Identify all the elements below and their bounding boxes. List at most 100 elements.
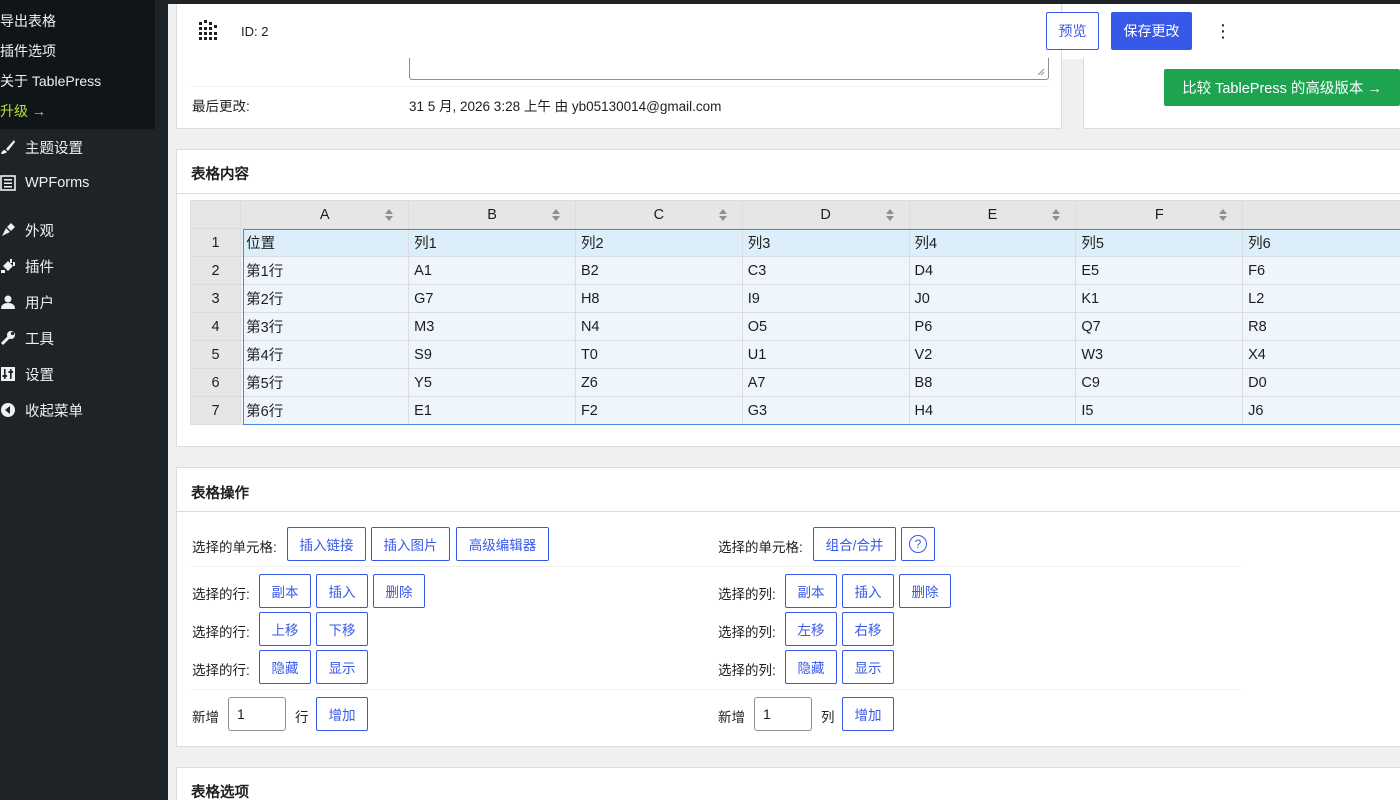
move-cols-right-button[interactable]: 右移 [842, 612, 894, 646]
save-changes-button[interactable]: 保存更改 [1111, 12, 1192, 50]
table-cell[interactable]: 列5 [1075, 228, 1244, 257]
table-cell[interactable]: 第3行 [240, 312, 410, 341]
table-cell[interactable]: D4 [908, 256, 1077, 285]
sort-arrows-icon[interactable] [718, 208, 728, 222]
table-cell[interactable]: Q7 [1075, 312, 1244, 341]
row-number[interactable]: 1 [190, 228, 242, 257]
column-header[interactable]: F [1075, 200, 1244, 229]
sort-arrows-icon[interactable] [551, 208, 561, 222]
insert-cols-button[interactable]: 插入 [842, 574, 894, 608]
preview-button[interactable]: 预览 [1046, 12, 1099, 50]
table-cell[interactable]: G3 [741, 396, 910, 425]
table-cell[interactable]: 第1行 [240, 256, 410, 285]
column-header[interactable] [1242, 200, 1400, 229]
show-cols-button[interactable]: 显示 [842, 650, 894, 684]
table-cell[interactable]: Y5 [408, 368, 576, 397]
add-rows-count-input[interactable]: 1 [228, 697, 286, 731]
table-cell[interactable]: E1 [408, 396, 576, 425]
add-cols-button[interactable]: 增加 [842, 697, 894, 731]
add-cols-count-input[interactable]: 1 [754, 697, 812, 731]
column-header[interactable]: C [574, 200, 743, 229]
table-cell[interactable]: 第4行 [240, 340, 410, 369]
more-options-icon[interactable]: ⋮ [1214, 20, 1232, 42]
table-cell[interactable]: O5 [741, 312, 910, 341]
move-rows-up-button[interactable]: 上移 [259, 612, 311, 646]
sort-arrows-icon[interactable] [885, 208, 895, 222]
table-cell[interactable]: C9 [1075, 368, 1244, 397]
submenu-export[interactable]: 导出表格 [0, 11, 56, 31]
insert-image-button[interactable]: 插入图片 [371, 527, 450, 561]
table-cell[interactable]: 列4 [908, 228, 1077, 257]
sidebar-item-tools[interactable]: 工具 [0, 320, 168, 356]
column-header[interactable]: A [240, 200, 410, 229]
sidebar-item-appearance[interactable]: 外观 [0, 212, 168, 248]
help-button[interactable]: ? [901, 527, 935, 561]
description-textarea[interactable] [409, 58, 1049, 80]
delete-rows-button[interactable]: 删除 [373, 574, 425, 608]
table-cell[interactable]: X4 [1242, 340, 1400, 369]
submenu-upgrade[interactable]: 升级 → [0, 101, 46, 121]
table-cell[interactable]: P6 [908, 312, 1077, 341]
advanced-editor-button[interactable]: 高级编辑器 [456, 527, 549, 561]
delete-cols-button[interactable]: 删除 [899, 574, 951, 608]
move-cols-left-button[interactable]: 左移 [785, 612, 837, 646]
row-number[interactable]: 5 [190, 340, 242, 369]
compare-premium-button[interactable]: 比较 TablePress 的高级版本 → [1164, 69, 1400, 106]
add-rows-button[interactable]: 增加 [316, 697, 368, 731]
sidebar-item-plugins[interactable]: 插件 [0, 248, 168, 284]
sidebar-item-theme-settings[interactable]: 主题设置 [0, 129, 168, 165]
row-number[interactable]: 7 [190, 396, 242, 425]
table-cell[interactable]: K1 [1075, 284, 1244, 313]
table-cell[interactable]: B2 [574, 256, 743, 285]
table-cell[interactable]: 列2 [574, 228, 743, 257]
sidebar-item-settings[interactable]: 设置 [0, 356, 168, 392]
table-cell[interactable]: I9 [741, 284, 910, 313]
hide-rows-button[interactable]: 隐藏 [259, 650, 311, 684]
submenu-plugin-options[interactable]: 插件选项 [0, 41, 56, 61]
table-cell[interactable]: S9 [408, 340, 576, 369]
table-cell[interactable]: D0 [1242, 368, 1400, 397]
row-number[interactable]: 3 [190, 284, 242, 313]
move-rows-down-button[interactable]: 下移 [316, 612, 368, 646]
column-header[interactable]: B [408, 200, 576, 229]
table-cell[interactable]: 列1 [408, 228, 576, 257]
row-number[interactable]: 6 [190, 368, 242, 397]
row-number[interactable]: 4 [190, 312, 242, 341]
table-cell[interactable]: H4 [908, 396, 1077, 425]
insert-rows-button[interactable]: 插入 [316, 574, 368, 608]
table-cell[interactable]: 位置 [240, 228, 410, 257]
submenu-about[interactable]: 关于 TablePress [0, 71, 101, 91]
column-header[interactable]: D [741, 200, 910, 229]
table-cell[interactable]: 列6 [1242, 228, 1400, 257]
show-rows-button[interactable]: 显示 [316, 650, 368, 684]
table-cell[interactable]: 第6行 [240, 396, 410, 425]
sidebar-item-wpforms[interactable]: WPForms [0, 165, 168, 201]
table-cell[interactable]: B8 [908, 368, 1077, 397]
table-cell[interactable]: J0 [908, 284, 1077, 313]
table-cell[interactable]: I5 [1075, 396, 1244, 425]
table-cell[interactable]: F6 [1242, 256, 1400, 285]
table-cell[interactable]: M3 [408, 312, 576, 341]
table-cell[interactable]: U1 [741, 340, 910, 369]
table-cell[interactable]: J6 [1242, 396, 1400, 425]
table-cell[interactable]: A7 [741, 368, 910, 397]
table-cell[interactable]: 第2行 [240, 284, 410, 313]
hide-cols-button[interactable]: 隐藏 [785, 650, 837, 684]
duplicate-rows-button[interactable]: 副本 [259, 574, 311, 608]
table-cell[interactable]: E5 [1075, 256, 1244, 285]
table-cell[interactable]: W3 [1075, 340, 1244, 369]
table-cell[interactable]: L2 [1242, 284, 1400, 313]
combine-cells-button[interactable]: 组合/合并 [813, 527, 896, 561]
sidebar-item-users[interactable]: 用户 [0, 284, 168, 320]
table-cell[interactable]: A1 [408, 256, 576, 285]
resize-handle-icon[interactable] [1037, 68, 1045, 76]
table-cell[interactable]: 列3 [741, 228, 910, 257]
table-cell[interactable]: V2 [908, 340, 1077, 369]
column-header[interactable]: E [908, 200, 1077, 229]
table-cell[interactable]: R8 [1242, 312, 1400, 341]
table-cell[interactable]: C3 [741, 256, 910, 285]
insert-link-button[interactable]: 插入链接 [287, 527, 366, 561]
table-cell[interactable]: 第5行 [240, 368, 410, 397]
table-cell[interactable]: H8 [574, 284, 743, 313]
row-number[interactable]: 2 [190, 256, 242, 285]
